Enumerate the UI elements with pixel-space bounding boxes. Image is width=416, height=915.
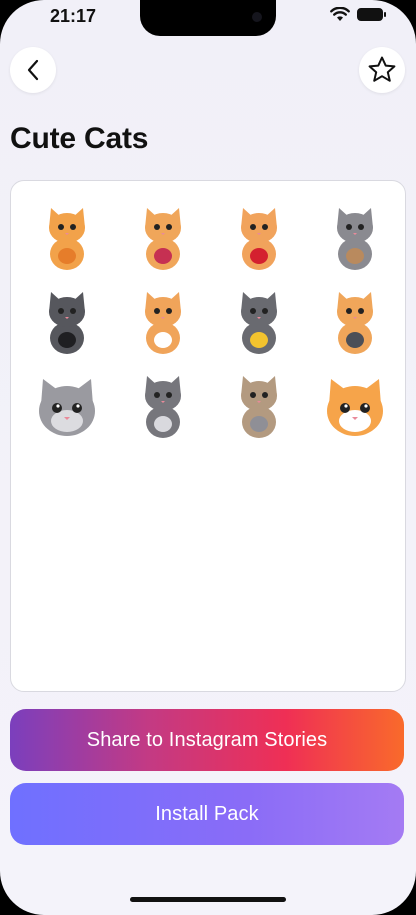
install-pack-button[interactable]: Install Pack — [10, 783, 404, 845]
cat-sticker-icon — [49, 208, 85, 270]
cat-sticker-icon — [145, 376, 181, 438]
cat-with-glasses-sticker[interactable] — [31, 289, 103, 357]
cat-sticker-icon — [145, 208, 181, 270]
home-indicator — [130, 897, 286, 902]
sticker-grid-card — [10, 180, 406, 692]
share-instagram-stories-button[interactable]: Share to Instagram Stories — [10, 709, 404, 771]
cat-with-heart-sticker[interactable] — [223, 205, 295, 273]
sticker-pack-screen: 21:17 Cute Cats Share to Instagram Stori… — [0, 0, 416, 915]
cat-sticker-icon — [241, 292, 277, 354]
cat-in-box-sticker[interactable] — [319, 205, 391, 273]
sleeping-cat-sticker[interactable] — [31, 205, 103, 273]
share-instagram-stories-label: Share to Instagram Stories — [86, 728, 328, 751]
camera-icon — [252, 12, 262, 22]
chef-cat-sticker[interactable] — [127, 289, 199, 357]
status-time: 21:17 — [50, 6, 97, 26]
cat-holding-fish-sticker[interactable] — [223, 373, 295, 441]
favorite-button[interactable] — [359, 47, 405, 93]
battery-icon — [357, 8, 386, 21]
party-hat-cat-sticker[interactable] — [223, 289, 295, 357]
stretching-cat-sticker[interactable] — [127, 373, 199, 441]
sticker-grid — [29, 201, 391, 438]
cat-sticker-icon — [241, 208, 277, 270]
cat-sticker-icon — [337, 208, 373, 270]
status-bar: 21:17 — [0, 0, 416, 40]
star-outline-icon — [368, 56, 396, 82]
cat-sticker-icon — [49, 292, 85, 354]
cat-sticker-icon — [145, 292, 181, 354]
cat-sticker-icon — [39, 379, 95, 436]
install-pack-label: Install Pack — [155, 802, 259, 825]
cat-with-yarn-sticker[interactable] — [127, 205, 199, 273]
cat-sticker-icon — [337, 292, 373, 354]
back-button[interactable] — [10, 47, 56, 93]
winking-cat-face-sticker[interactable] — [319, 373, 391, 441]
wifi-icon — [330, 7, 350, 21]
cat-sticker-icon — [327, 379, 383, 436]
cat-on-laptop-sticker[interactable] — [319, 289, 391, 357]
cat-sticker-icon — [241, 376, 277, 438]
pack-title: Cute Cats — [10, 122, 149, 155]
tabby-kitten-face-sticker[interactable] — [31, 373, 103, 441]
chevron-left-icon — [27, 59, 39, 81]
